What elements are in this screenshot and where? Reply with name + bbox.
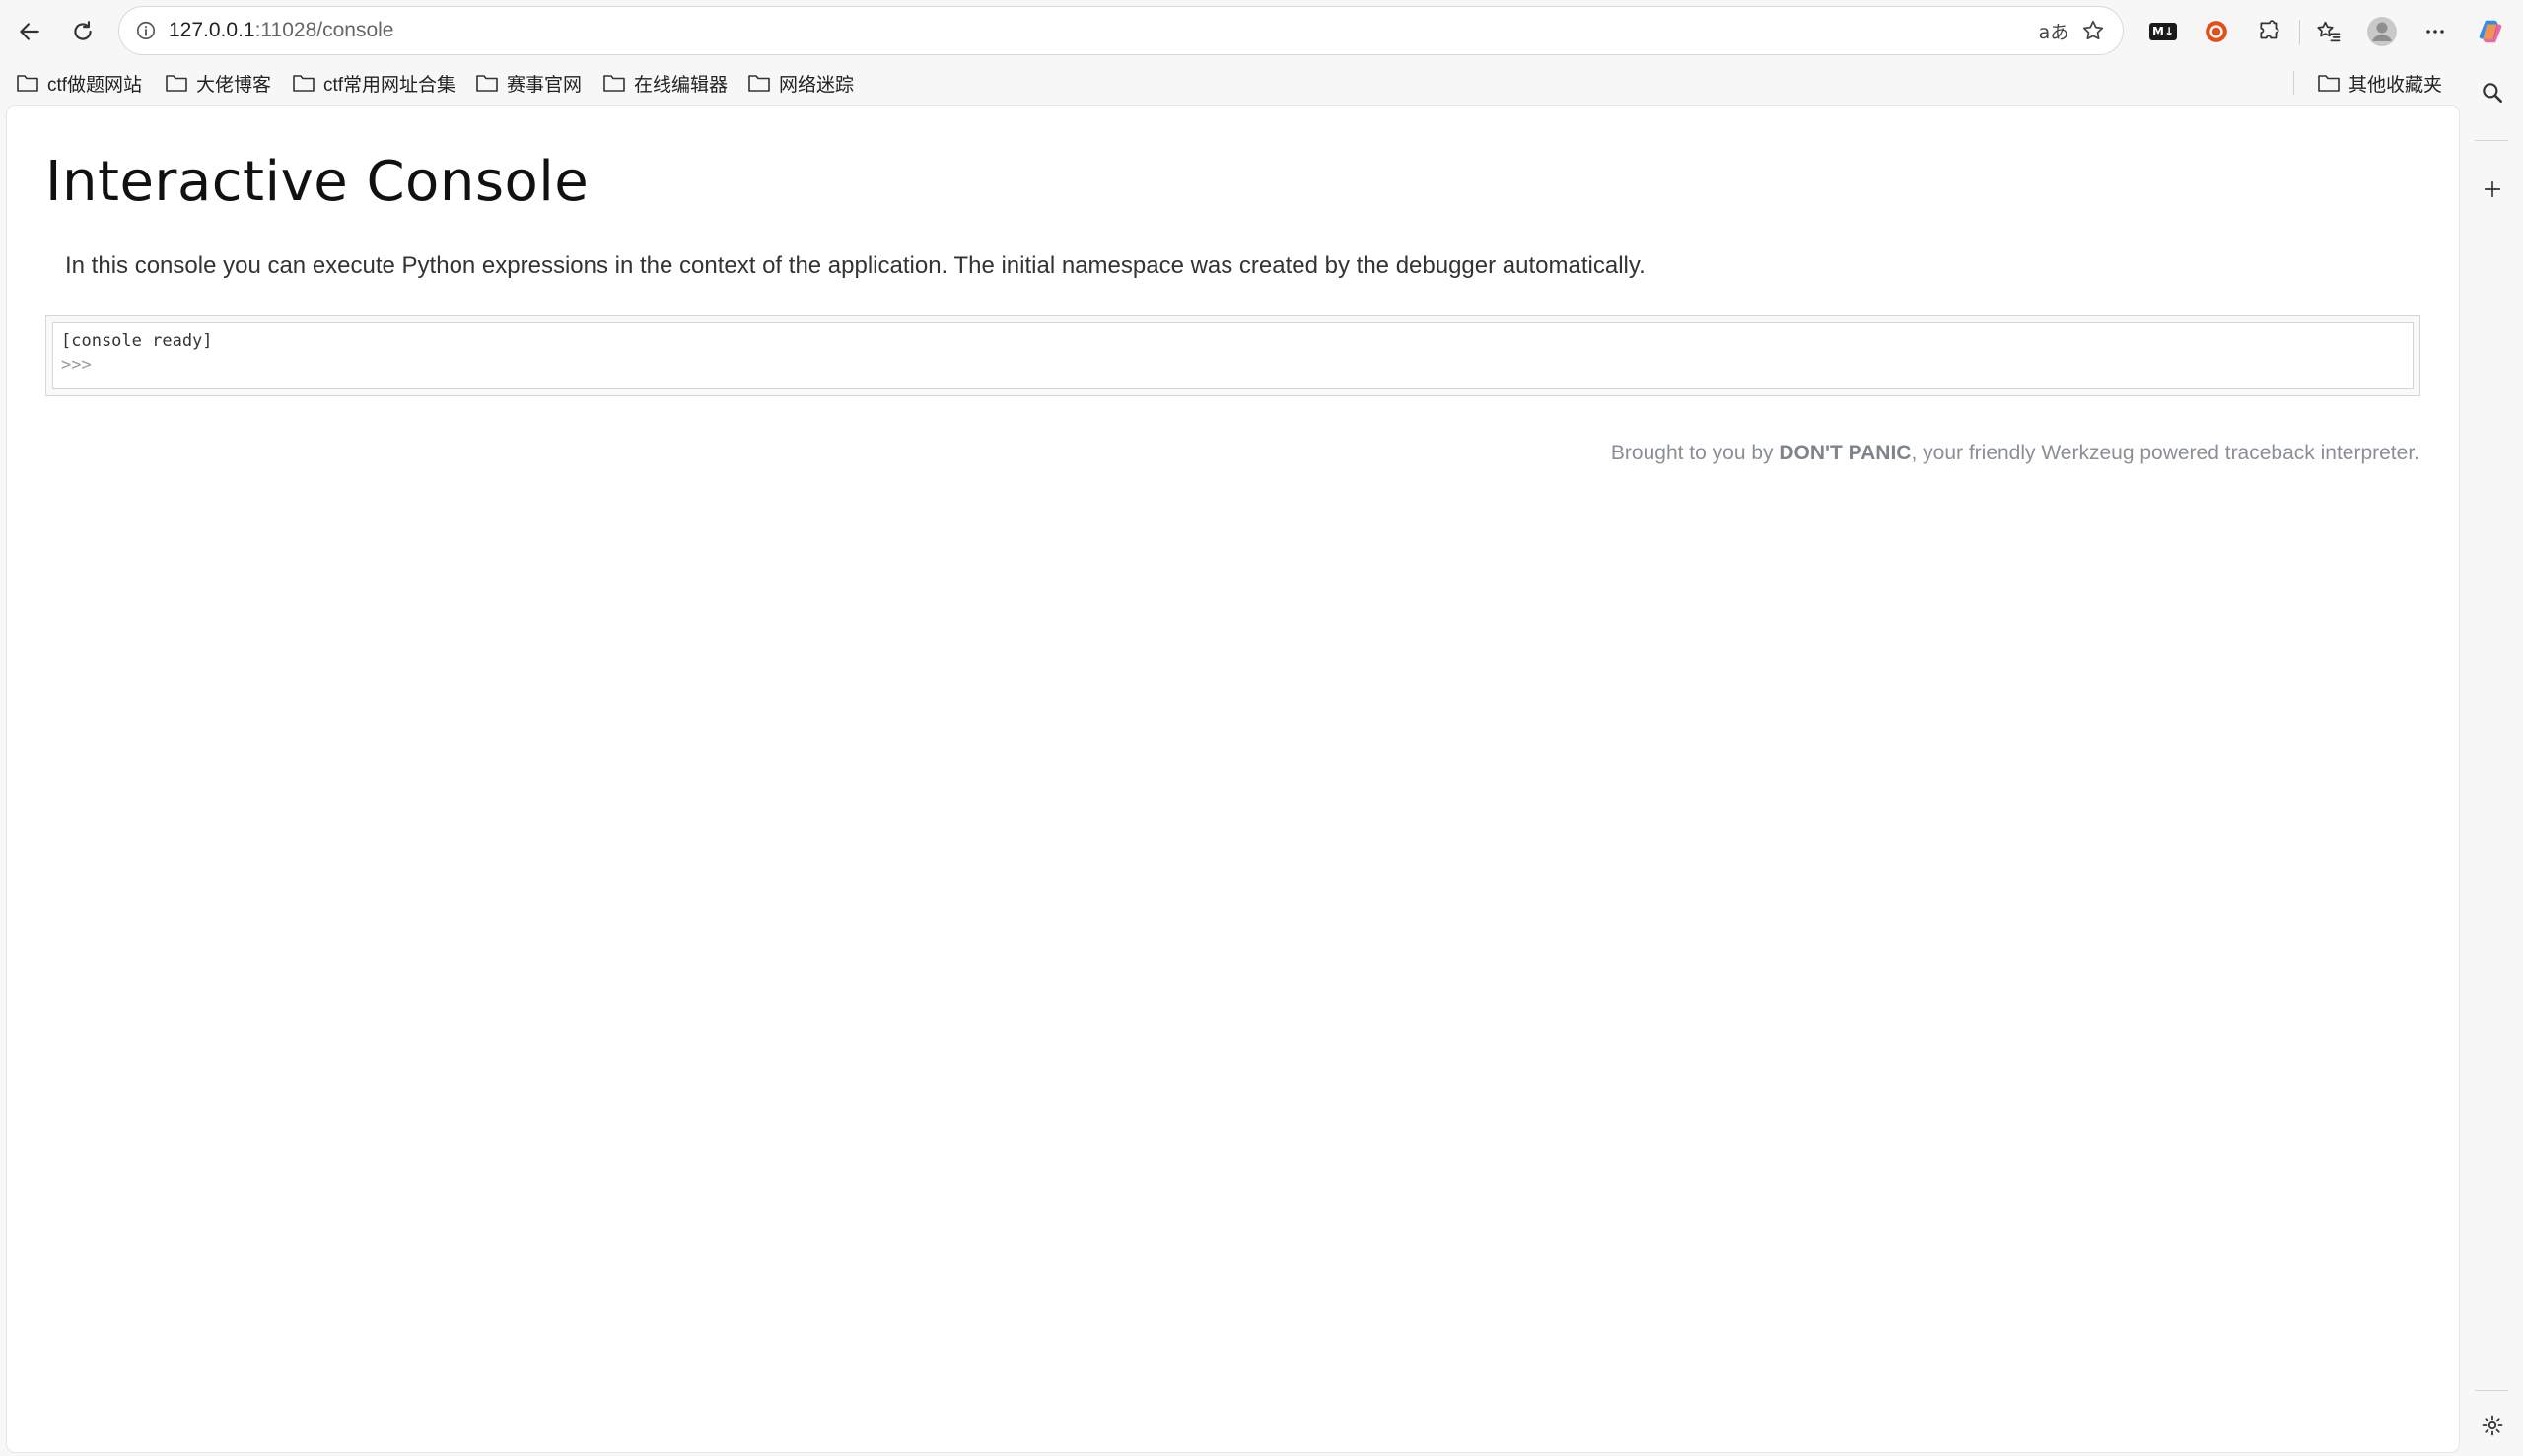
footer-prefix: Brought to you by bbox=[1610, 442, 1780, 464]
url-path: :11028/console bbox=[254, 19, 394, 41]
folder-icon bbox=[293, 75, 315, 92]
page-content: Interactive Console In this console you … bbox=[7, 106, 2459, 1452]
folder-icon bbox=[17, 75, 38, 92]
side-search-button[interactable] bbox=[2473, 73, 2512, 112]
side-panel bbox=[2461, 63, 2523, 1456]
side-divider bbox=[2475, 140, 2508, 141]
reload-icon bbox=[74, 21, 92, 40]
browser-toolbar: 127.0.0.1:11028/console aあ M↓ bbox=[0, 0, 2523, 63]
bookmark-folder[interactable]: 大佬博客 bbox=[165, 68, 271, 98]
bookmark-label: 赛事官网 bbox=[507, 74, 583, 96]
copilot-icon bbox=[2479, 20, 2502, 43]
reload-button[interactable] bbox=[63, 12, 103, 51]
console-output[interactable]: [console ready] >>> bbox=[52, 322, 2414, 389]
bookmark-label: 大佬博客 bbox=[196, 74, 272, 96]
search-icon bbox=[2483, 83, 2502, 103]
bookmarks-bar: ctf做题网站 大佬博客 ctf常用网址合集 赛事官网 在线编辑器 网络迷踪 其… bbox=[0, 63, 2465, 103]
bookmark-folder[interactable]: 在线编辑器 bbox=[602, 68, 728, 98]
folder-icon bbox=[2318, 75, 2340, 92]
page-title: Interactive Console bbox=[45, 150, 590, 214]
page-description: In this console you can execute Python e… bbox=[65, 252, 1646, 279]
footer-brand: DON'T PANIC bbox=[1779, 442, 1912, 464]
bookmark-folder[interactable]: ctf做题网站 bbox=[16, 68, 142, 98]
console-input[interactable] bbox=[91, 355, 2367, 375]
ellipsis-icon bbox=[2426, 30, 2444, 34]
profile-button[interactable] bbox=[2364, 14, 2400, 49]
url-text[interactable]: 127.0.0.1:11028/console bbox=[169, 7, 393, 54]
site-info-button[interactable] bbox=[131, 16, 161, 45]
translate-icon: aあ bbox=[2038, 21, 2069, 43]
other-bookmarks-folder[interactable]: 其他收藏夹 bbox=[2317, 68, 2442, 98]
back-arrow-icon bbox=[20, 23, 39, 40]
bookmark-folder[interactable]: 网络迷踪 bbox=[747, 68, 854, 98]
plus-icon bbox=[2484, 180, 2501, 198]
address-bar[interactable]: 127.0.0.1:11028/console aあ bbox=[118, 6, 2124, 55]
favorites-button[interactable] bbox=[2311, 14, 2347, 49]
more-menu-button[interactable] bbox=[2418, 14, 2453, 49]
recorder-extension-button[interactable] bbox=[2199, 14, 2234, 49]
bookmarks-divider bbox=[2293, 71, 2294, 95]
star-icon bbox=[2082, 20, 2104, 40]
back-button[interactable] bbox=[10, 12, 49, 51]
bookmark-folder[interactable]: 赛事官网 bbox=[475, 68, 582, 98]
side-settings-button[interactable] bbox=[2473, 1406, 2512, 1445]
gear-icon bbox=[2482, 1415, 2503, 1436]
copilot-button[interactable] bbox=[2473, 14, 2508, 49]
translate-button[interactable]: aあ bbox=[2038, 15, 2069, 46]
footer-suffix: , your friendly Werkzeug powered traceba… bbox=[1911, 442, 2419, 464]
bookmark-folder[interactable]: ctf常用网址合集 bbox=[292, 68, 456, 98]
extensions-button[interactable] bbox=[2252, 14, 2287, 49]
markdown-extension-button[interactable]: M↓ bbox=[2145, 14, 2181, 49]
console-ready-text: [console ready] bbox=[61, 331, 213, 351]
bookmark-label: 在线编辑器 bbox=[634, 74, 729, 96]
folder-icon bbox=[166, 75, 187, 92]
side-add-button[interactable] bbox=[2473, 170, 2512, 209]
bookmark-label: 网络迷踪 bbox=[779, 74, 855, 96]
folder-icon bbox=[603, 75, 625, 92]
puzzle-icon bbox=[2260, 20, 2279, 39]
bookmark-label: 其他收藏夹 bbox=[2348, 74, 2443, 96]
record-circle-icon bbox=[2206, 21, 2227, 42]
bookmark-label: ctf常用网址合集 bbox=[323, 74, 456, 96]
side-divider bbox=[2475, 1390, 2508, 1391]
folder-icon bbox=[476, 75, 498, 92]
markdown-icon: M↓ bbox=[2149, 23, 2177, 40]
bookmark-label: ctf做题网站 bbox=[47, 74, 143, 96]
console-prompt-line: >>> bbox=[61, 355, 2367, 375]
console-prompt: >>> bbox=[61, 355, 92, 375]
console-frame: [console ready] >>> bbox=[45, 315, 2420, 396]
toolbar-divider bbox=[2299, 20, 2300, 45]
footer-text: Brought to you by DON'T PANIC, your frie… bbox=[1611, 442, 2419, 465]
url-host: 127.0.0.1 bbox=[169, 19, 255, 41]
folder-icon bbox=[748, 75, 770, 92]
favorite-star-button[interactable] bbox=[2077, 15, 2109, 46]
avatar-icon bbox=[2367, 17, 2397, 46]
info-icon bbox=[136, 21, 156, 40]
favorites-list-icon bbox=[2317, 21, 2341, 42]
